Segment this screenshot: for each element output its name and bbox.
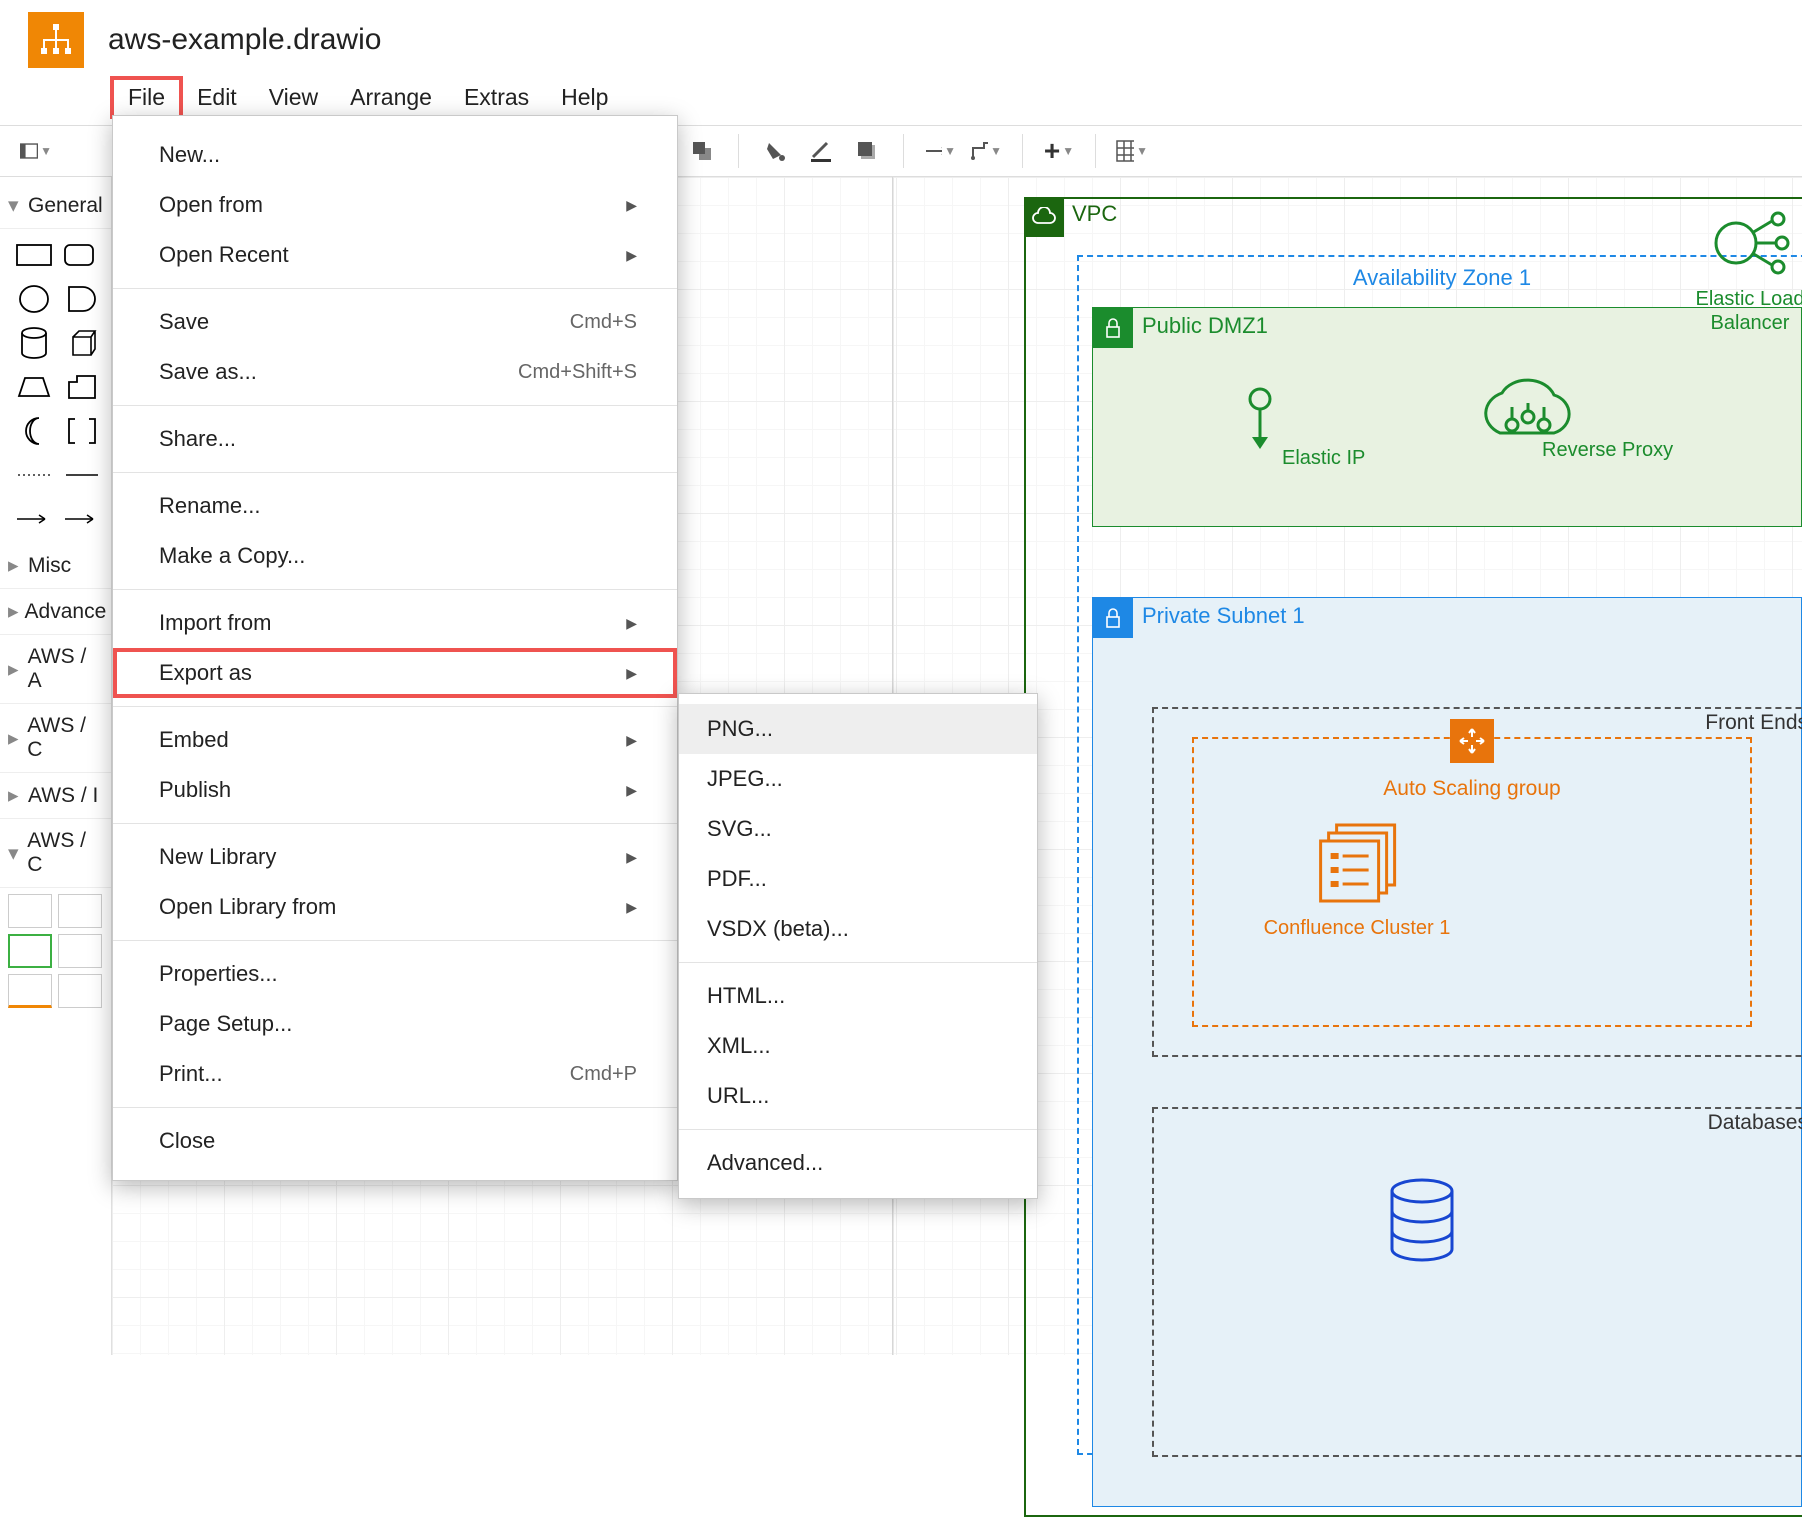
cloud-icon [1024, 197, 1064, 237]
export-html[interactable]: HTML... [679, 971, 1037, 1021]
menu-help[interactable]: Help [545, 78, 624, 117]
asg-label: Auto Scaling group [1383, 777, 1560, 801]
menu-item-publish[interactable]: Publish▶ [113, 765, 677, 815]
menu-view[interactable]: View [253, 78, 334, 117]
menu-item-embed[interactable]: Embed▶ [113, 715, 677, 765]
shape-rect[interactable] [14, 237, 54, 273]
category-misc[interactable]: ▸Misc [0, 543, 111, 589]
menu-item-properties[interactable]: Properties... [113, 949, 677, 999]
export-svg[interactable]: SVG... [679, 804, 1037, 854]
lock-icon [1093, 598, 1133, 638]
thumb-2[interactable] [58, 894, 102, 928]
shape-arrow[interactable] [14, 501, 54, 537]
menu-edit[interactable]: Edit [181, 78, 253, 117]
menu-file[interactable]: File [112, 78, 181, 117]
dmz-label: Public DMZ1 [1142, 313, 1268, 339]
eip-label: Elastic IP [1282, 447, 1365, 470]
autoscale-icon [1450, 719, 1494, 763]
databases-label: Databases [1708, 1111, 1802, 1135]
connection-icon[interactable]: ▼ [924, 135, 956, 167]
app-logo [28, 12, 84, 68]
elb-label: Elastic Load Balancer [1690, 287, 1802, 335]
rproxy-label: Reverse Proxy [1542, 439, 1673, 462]
elb-node[interactable]: Elastic Load Balancer [1690, 207, 1802, 335]
export-vsdx-beta[interactable]: VSDX (beta)... [679, 904, 1037, 954]
shapes-sidebar: ▾General ▸Misc ▸Advance ▸AWS / A ▸AWS / … [0, 177, 112, 1355]
document-title: aws-example.drawio [108, 23, 381, 57]
menu-arrange[interactable]: Arrange [334, 78, 448, 117]
menu-item-rename[interactable]: Rename... [113, 481, 677, 531]
menu-item-page-setup[interactable]: Page Setup... [113, 999, 677, 1049]
menu-extras[interactable]: Extras [448, 78, 545, 117]
export-submenu: PNG...JPEG...SVG...PDF...VSDX (beta)... H… [678, 693, 1038, 1199]
category-general[interactable]: ▾General [0, 183, 111, 229]
cluster-node[interactable]: Confluence Cluster 1 [1264, 817, 1451, 940]
export-png[interactable]: PNG... [679, 704, 1037, 754]
shape-ellipse[interactable] [14, 281, 54, 317]
menu-item-new[interactable]: New... [113, 130, 677, 180]
shape-rounded[interactable] [62, 237, 102, 273]
rds-node[interactable] [1382, 1177, 1462, 1273]
export-advanced[interactable]: Advanced... [679, 1138, 1037, 1188]
thumb-4[interactable] [58, 934, 102, 968]
menu-item-close[interactable]: Close [113, 1116, 677, 1166]
shape-trap[interactable] [14, 369, 54, 405]
shape-line[interactable] [62, 457, 102, 493]
shadow-icon[interactable] [851, 135, 883, 167]
thumb-6[interactable] [58, 974, 102, 1008]
menu-item-save[interactable]: SaveCmd+S [113, 297, 677, 347]
databases-group[interactable] [1152, 1107, 1802, 1457]
shape-palette [0, 229, 111, 543]
category-aws-c2[interactable]: ▾AWS / C [0, 819, 111, 888]
category-aws-a[interactable]: ▸AWS / A [0, 635, 111, 704]
export-jpeg[interactable]: JPEG... [679, 754, 1037, 804]
export-url[interactable]: URL... [679, 1071, 1037, 1121]
fill-icon[interactable] [759, 135, 791, 167]
sidebar-toggle-button[interactable]: ▼ [20, 135, 52, 167]
reverse-proxy-node[interactable]: Reverse Proxy [1472, 373, 1582, 459]
thumb-5[interactable] [8, 974, 52, 1008]
category-aws-c1[interactable]: ▸AWS / C [0, 704, 111, 773]
category-advanced[interactable]: ▸Advance [0, 589, 111, 635]
menu-item-open-recent[interactable]: Open Recent▶ [113, 230, 677, 280]
cluster-label: Confluence Cluster 1 [1264, 917, 1451, 940]
menu-item-make-a-copy[interactable]: Make a Copy... [113, 531, 677, 581]
waypoint-icon[interactable]: ▼ [970, 135, 1002, 167]
thumb-3[interactable] [8, 934, 52, 968]
shape-tab[interactable] [62, 369, 102, 405]
menu-item-print[interactable]: Print...Cmd+P [113, 1049, 677, 1099]
menu-item-export-as[interactable]: Export as▶ [113, 648, 677, 698]
shape-cylinder[interactable] [14, 325, 54, 361]
az-label: Availability Zone 1 [1353, 265, 1531, 291]
diagram: VPC Availability Zone 1 Public DMZ1 Elas… [912, 177, 1802, 1355]
vpc-label: VPC [1072, 201, 1117, 227]
shape-arrow2[interactable] [62, 501, 102, 537]
stroke-icon[interactable] [805, 135, 837, 167]
category-aws-i[interactable]: ▸AWS / I [0, 773, 111, 819]
lock-icon [1093, 308, 1133, 348]
thumb-1[interactable] [8, 894, 52, 928]
table-icon[interactable]: ▼ [1116, 135, 1148, 167]
shape-cube[interactable] [62, 325, 102, 361]
toback-icon[interactable] [686, 135, 718, 167]
shape-half[interactable] [62, 281, 102, 317]
frontends-label: Front Ends [1705, 711, 1802, 735]
menu-item-new-library[interactable]: New Library▶ [113, 832, 677, 882]
shape-line-dots[interactable] [14, 457, 54, 493]
shape-moon[interactable] [14, 413, 54, 449]
menu-item-open-from[interactable]: Open from▶ [113, 180, 677, 230]
elastic-ip-node[interactable]: Elastic IP [1242, 387, 1278, 465]
menu-item-save-as[interactable]: Save as...Cmd+Shift+S [113, 347, 677, 397]
file-menu-dropdown: New...Open from▶Open Recent▶ SaveCmd+SSav… [112, 115, 678, 1181]
insert-icon[interactable]: +▼ [1043, 135, 1075, 167]
priv-label: Private Subnet 1 [1142, 603, 1305, 629]
dmz-group[interactable] [1092, 307, 1802, 527]
menu-item-share[interactable]: Share... [113, 414, 677, 464]
export-xml[interactable]: XML... [679, 1021, 1037, 1071]
menu-item-import-from[interactable]: Import from▶ [113, 598, 677, 648]
menu-item-open-library-from[interactable]: Open Library from▶ [113, 882, 677, 932]
export-pdf[interactable]: PDF... [679, 854, 1037, 904]
shape-brackets[interactable] [62, 413, 102, 449]
